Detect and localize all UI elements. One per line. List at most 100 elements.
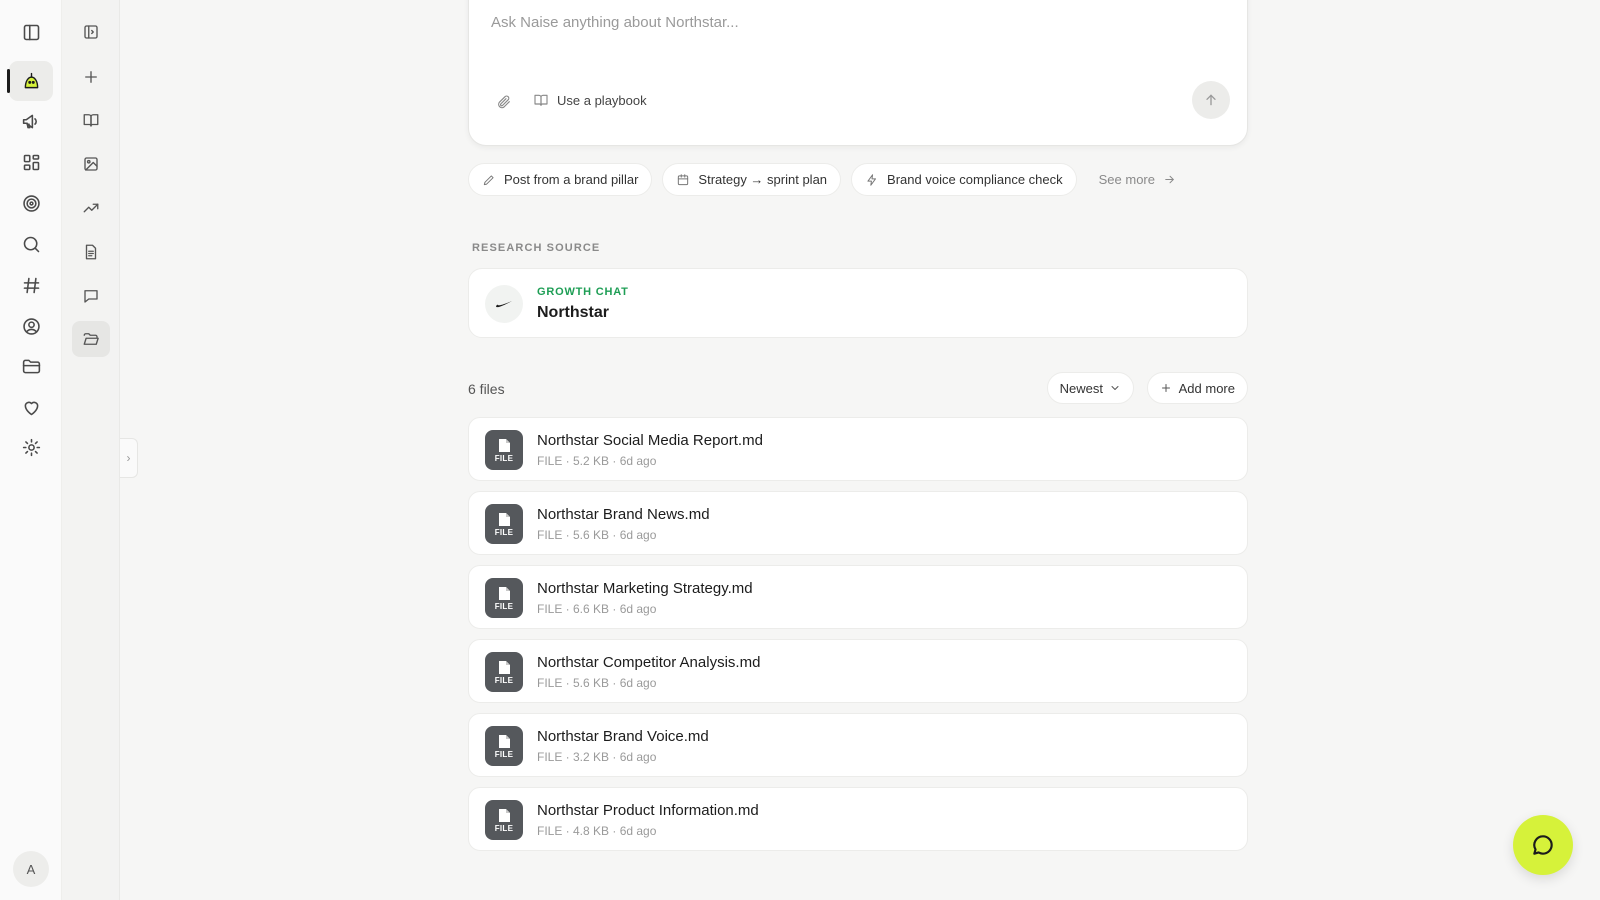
see-more-link[interactable]: See more xyxy=(1087,172,1188,187)
use-playbook-label: Use a playbook xyxy=(557,92,647,108)
folder-open-icon xyxy=(83,333,99,345)
prompt-input[interactable] xyxy=(491,14,1191,31)
rail-item-channels[interactable] xyxy=(9,265,53,305)
file-icon: FILE xyxy=(485,726,523,766)
chevron-right-icon: › xyxy=(126,451,131,465)
panel-toggle-icon xyxy=(84,25,98,39)
rail-item-favorites[interactable] xyxy=(9,387,53,427)
file-meta: FILE · 5.6 KB · 6d ago xyxy=(537,676,657,690)
suggestion-chip-voice-check[interactable]: Brand voice compliance check xyxy=(851,163,1077,196)
chat-icon xyxy=(84,290,98,303)
mascot-icon xyxy=(24,72,38,88)
add-more-button[interactable]: Add more xyxy=(1146,372,1248,404)
bolt-icon xyxy=(867,173,877,186)
file-icon: FILE xyxy=(485,800,523,840)
rail-item-search[interactable] xyxy=(9,224,53,264)
suggestion-chips: Post from a brand pillar Strategy → spri… xyxy=(468,163,1188,196)
files-button[interactable] xyxy=(72,321,110,357)
use-playbook-button[interactable]: Use a playbook xyxy=(533,92,647,108)
file-icon-label: FILE xyxy=(494,527,514,537)
documents-button[interactable] xyxy=(72,234,110,270)
playbooks-button[interactable] xyxy=(72,102,110,138)
source-title: Northstar xyxy=(537,304,610,321)
sidebar-toggle-button[interactable] xyxy=(9,12,53,52)
book-icon xyxy=(534,94,548,106)
icon-rail: A xyxy=(0,0,62,900)
file-meta: FILE · 5.2 KB · 6d ago xyxy=(537,454,657,468)
chevron-down-icon xyxy=(1111,386,1119,390)
rail-item-naise[interactable] xyxy=(7,61,53,101)
attach-button[interactable] xyxy=(493,91,515,113)
suggestion-label: Post from a brand pillar xyxy=(504,172,639,187)
document-icon xyxy=(85,244,97,260)
file-row[interactable]: FILE Northstar Social Media Report.md FI… xyxy=(468,417,1248,481)
calendar-icon xyxy=(678,173,689,185)
heart-icon xyxy=(24,401,38,415)
arrow-right-icon xyxy=(1165,175,1174,184)
file-icon-label: FILE xyxy=(494,675,514,685)
chats-button[interactable] xyxy=(72,278,110,314)
research-source-heading: RESEARCH SOURCE xyxy=(472,242,601,254)
pencil-icon xyxy=(483,174,494,185)
file-row[interactable]: FILE Northstar Product Information.md FI… xyxy=(468,787,1248,851)
expand-panel-handle[interactable]: › xyxy=(120,438,138,478)
file-list: FILE Northstar Social Media Report.md FI… xyxy=(468,417,1248,861)
file-name: Northstar Social Media Report.md xyxy=(537,432,763,449)
file-name: Northstar Brand Voice.md xyxy=(537,728,709,745)
avatar[interactable]: A xyxy=(13,851,49,887)
file-name: Northstar Brand News.md xyxy=(537,506,710,523)
file-icon-label: FILE xyxy=(494,453,514,463)
files-count: 6 files xyxy=(468,381,505,397)
file-meta: FILE · 5.6 KB · 6d ago xyxy=(537,528,657,542)
file-icon: FILE xyxy=(485,504,523,544)
plus-icon xyxy=(1161,384,1170,392)
sort-label: Newest xyxy=(1059,380,1103,396)
file-row[interactable]: FILE Northstar Competitor Analysis.md FI… xyxy=(468,639,1248,703)
file-row[interactable]: FILE Northstar Brand Voice.md FILE · 3.2… xyxy=(468,713,1248,777)
suggestion-chip-sprint-plan[interactable]: Strategy → sprint plan xyxy=(662,163,842,196)
sort-dropdown[interactable]: Newest xyxy=(1046,372,1134,404)
research-source-card[interactable]: GROWTH CHAT Northstar xyxy=(468,268,1248,338)
chat-composer: Use a playbook xyxy=(468,0,1248,146)
search-icon xyxy=(23,236,39,252)
gear-icon xyxy=(22,438,40,456)
send-button[interactable] xyxy=(1192,81,1230,119)
panel-toggle-button[interactable] xyxy=(72,14,110,50)
secondary-panel xyxy=(62,0,120,900)
folder-icon xyxy=(22,359,40,373)
help-chat-button[interactable] xyxy=(1513,815,1573,875)
file-meta: FILE · 6.6 KB · 6d ago xyxy=(537,602,657,616)
file-name: Northstar Marketing Strategy.md xyxy=(537,580,753,597)
file-name: Northstar Competitor Analysis.md xyxy=(537,654,761,671)
file-icon: FILE xyxy=(485,578,523,618)
file-meta: FILE · 3.2 KB · 6d ago xyxy=(537,750,657,764)
rail-item-dashboard[interactable] xyxy=(9,142,53,182)
megaphone-icon xyxy=(22,114,37,128)
rail-item-files[interactable] xyxy=(9,346,53,386)
sidebar-toggle-icon xyxy=(23,24,39,40)
analytics-button[interactable] xyxy=(72,190,110,226)
trend-icon xyxy=(83,203,99,213)
suggestion-chip-brand-pillar[interactable]: Post from a brand pillar xyxy=(468,163,653,196)
new-item-button[interactable] xyxy=(72,59,110,95)
files-header: 6 files Newest Add more xyxy=(468,372,1248,404)
grid-icon xyxy=(23,154,39,170)
swoosh-logo-icon xyxy=(485,285,523,323)
rail-item-settings[interactable] xyxy=(9,427,53,467)
chat-bubble-icon xyxy=(1533,835,1553,855)
rail-item-goals[interactable] xyxy=(9,183,53,223)
file-icon: FILE xyxy=(485,652,523,692)
target-icon xyxy=(22,194,40,212)
arrow-up-icon xyxy=(1206,94,1216,106)
suggestion-label: Strategy → sprint plan xyxy=(698,172,828,187)
rail-item-campaigns[interactable] xyxy=(9,101,53,141)
book-icon xyxy=(83,114,99,127)
images-button[interactable] xyxy=(72,146,110,182)
image-icon xyxy=(84,157,98,171)
file-row[interactable]: FILE Northstar Marketing Strategy.md FIL… xyxy=(468,565,1248,629)
file-icon: FILE xyxy=(485,430,523,470)
file-icon-label: FILE xyxy=(494,823,514,833)
file-row[interactable]: FILE Northstar Brand News.md FILE · 5.6 … xyxy=(468,491,1248,555)
rail-item-profile[interactable] xyxy=(9,306,53,346)
suggestion-label: Brand voice compliance check xyxy=(887,172,1063,187)
